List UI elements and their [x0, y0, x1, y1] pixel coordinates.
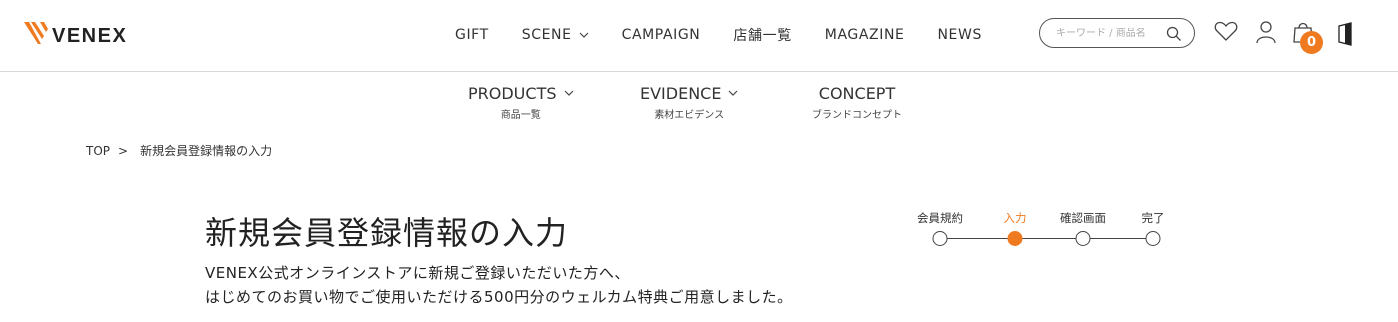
user-icon[interactable] [1255, 20, 1277, 44]
nav-stores[interactable]: 店舗一覧 [733, 25, 791, 45]
breadcrumb-current: 新規会員登録情報の入力 [140, 144, 273, 158]
nav-news[interactable]: NEWS [937, 27, 981, 43]
nav-news-label: NEWS [937, 27, 982, 43]
subnav-concept-label: CONCEPT [818, 84, 896, 103]
subnav-concept-sublabel: ブランドコンセプト [812, 110, 902, 121]
top-navigation: GIFT SCENE CAMPAIGN 店舗一覧 MAGAZINE NEWS [455, 0, 982, 70]
breadcrumb-separator: > [118, 143, 129, 158]
bookmark-icon[interactable] [1337, 22, 1353, 46]
subnav-products-label: PRODUCTS [468, 84, 557, 103]
nav-gift[interactable]: GIFT [455, 27, 489, 43]
breadcrumb: TOP > 新規会員登録情報の入力 [86, 142, 272, 159]
cart-count-badge: 0 [1300, 31, 1323, 54]
subnav-products-sublabel: 商品一覧 [500, 110, 541, 121]
search-box [1039, 18, 1195, 48]
subnav-products[interactable]: PRODUCTS 商品一覧 [468, 84, 574, 121]
subnav-evidence-label: EVIDENCE [640, 84, 722, 103]
intro-line-1: VENEX公式オンラインストアに新規ご登録いただいた方へ、 [205, 264, 630, 282]
nav-magazine[interactable]: MAGAZINE [825, 27, 905, 43]
nav-campaign[interactable]: CAMPAIGN [622, 27, 701, 43]
chevron-down-icon [564, 90, 573, 96]
category-navigation: PRODUCTS 商品一覧 EVIDENCE 素材エビデンス CONCEPT ブ… [0, 72, 1398, 132]
step-label-input: 入力 [1003, 211, 1027, 225]
nav-campaign-label: CAMPAIGN [621, 27, 701, 43]
venex-logo[interactable]: VENEX [22, 18, 154, 48]
intro-line-2: はじめてのお買い物でご使用いただける500円分のウェルカム特典ご用意しました。 [205, 288, 793, 306]
step-connector-line [940, 238, 1153, 239]
step-label-terms: 会員規約 [917, 211, 963, 225]
chevron-down-icon [579, 32, 589, 38]
nav-stores-label: 店舗一覧 [733, 28, 792, 44]
breadcrumb-top-link[interactable]: TOP [86, 144, 110, 158]
nav-gift-label: GIFT [455, 27, 489, 43]
nav-scene[interactable]: SCENE [522, 27, 589, 43]
svg-text:VENEX: VENEX [52, 25, 127, 47]
search-icon[interactable] [1166, 26, 1182, 42]
step-label-complete: 完了 [1141, 211, 1165, 225]
registration-progress: 会員規約 入力 確認画面 完了 [910, 210, 1170, 260]
step-dot-confirm [1075, 231, 1091, 246]
step-label-confirm: 確認画面 [1060, 211, 1106, 225]
step-dot-complete [1145, 231, 1161, 246]
step-dot-terms [932, 231, 948, 246]
subnav-concept[interactable]: CONCEPT ブランドコンセプト [812, 84, 902, 121]
site-header: VENEX GIFT SCENE CAMPAIGN 店舗一覧 MAGAZINE … [0, 0, 1398, 72]
intro-text: VENEX公式オンラインストアに新規ご登録いただいた方へ、 はじめてのお買い物で… [205, 261, 793, 309]
nav-scene-label: SCENE [521, 27, 572, 43]
nav-magazine-label: MAGAZINE [824, 27, 905, 43]
chevron-down-icon [729, 90, 738, 96]
logo-mark-icon: VENEX [24, 22, 127, 47]
subnav-evidence[interactable]: EVIDENCE 素材エビデンス [640, 84, 738, 121]
heart-icon[interactable] [1214, 20, 1238, 42]
step-dot-input [1007, 231, 1023, 246]
page-title: 新規会員登録情報の入力 [205, 214, 569, 252]
subnav-evidence-sublabel: 素材エビデンス [654, 110, 725, 121]
search-input[interactable] [1056, 27, 1166, 39]
